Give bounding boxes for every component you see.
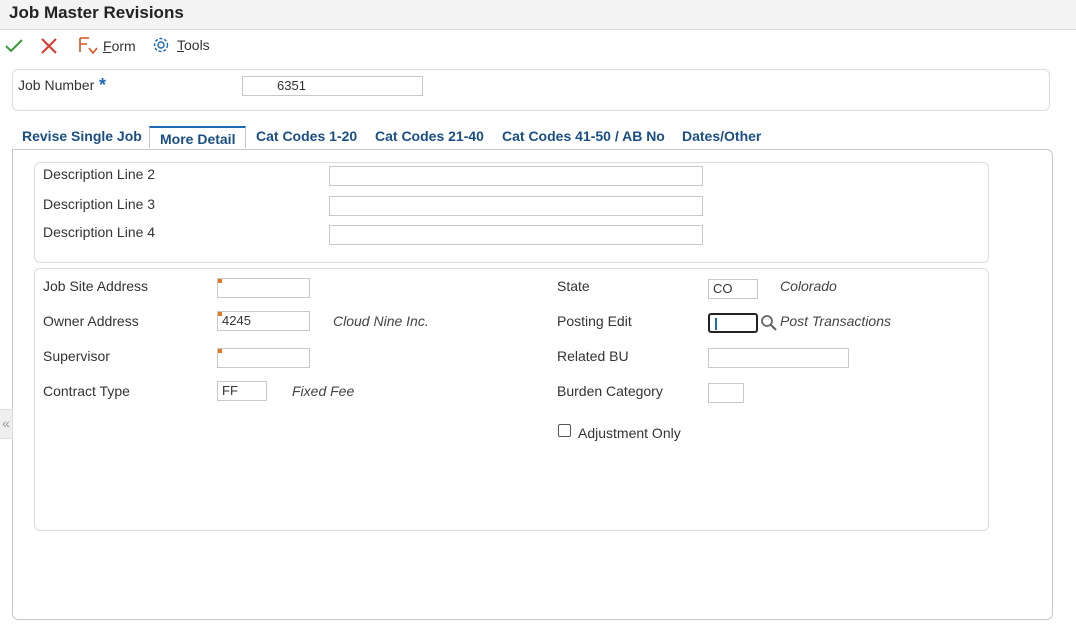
- state-label: State: [557, 278, 590, 294]
- cancel-button[interactable]: [40, 37, 58, 55]
- job-site-address-label: Job Site Address: [43, 278, 149, 294]
- tools-label-prefix: T: [177, 37, 184, 53]
- close-icon: [41, 38, 57, 54]
- contract-type-input[interactable]: FF: [217, 381, 267, 401]
- tab-revise-single-job[interactable]: Revise Single Job: [22, 128, 142, 144]
- contract-type-description: Fixed Fee: [292, 383, 355, 399]
- description-line-2-input[interactable]: [329, 166, 703, 186]
- owner-address-label: Owner Address: [43, 313, 139, 329]
- description-line-4-input[interactable]: [329, 225, 703, 245]
- posting-edit-input[interactable]: [708, 313, 758, 333]
- search-icon[interactable]: [760, 314, 778, 332]
- form-menu-button[interactable]: Form: [77, 35, 136, 57]
- job-header-panel: [12, 69, 1050, 111]
- text-caret: [715, 318, 717, 330]
- adjustment-only-label[interactable]: Adjustment Only: [578, 425, 681, 441]
- description-line-3-input[interactable]: [329, 196, 703, 216]
- owner-address-input[interactable]: 4245: [217, 311, 310, 331]
- description-line-3-label: Description Line 3: [43, 196, 156, 212]
- form-icon: [79, 37, 98, 55]
- double-chevron-left-icon: «: [2, 415, 10, 431]
- form-label-prefix: F: [103, 38, 112, 54]
- posting-edit-description: Post Transactions: [780, 313, 892, 329]
- related-bu-label: Related BU: [557, 348, 629, 364]
- required-flag-icon: [218, 279, 222, 283]
- tab-more-detail[interactable]: More Detail: [149, 126, 247, 148]
- adjustment-only-checkbox[interactable]: [558, 424, 571, 437]
- tab-dates-other[interactable]: Dates/Other: [682, 128, 761, 144]
- state-description: Colorado: [780, 278, 837, 294]
- ok-button[interactable]: [4, 37, 24, 55]
- form-label-rest: orm: [111, 38, 136, 54]
- state-input[interactable]: CO: [708, 279, 758, 299]
- owner-address-description: Cloud Nine Inc.: [333, 313, 429, 329]
- required-indicator: *: [99, 75, 107, 95]
- tab-cat-codes-21-40[interactable]: Cat Codes 21-40: [375, 128, 484, 144]
- posting-edit-label: Posting Edit: [557, 313, 632, 329]
- required-flag-icon: [218, 312, 222, 316]
- job-number-input[interactable]: 6351: [242, 76, 423, 96]
- job-number-label: Job Number: [18, 77, 95, 93]
- details-group: [34, 268, 989, 531]
- description-line-2-label: Description Line 2: [43, 166, 156, 182]
- page-title: Job Master Revisions: [9, 3, 184, 22]
- toolbar: Form Tools: [0, 30, 1076, 62]
- gear-icon: [153, 37, 169, 53]
- tools-menu-button[interactable]: Tools: [151, 35, 210, 55]
- burden-category-label: Burden Category: [557, 383, 663, 399]
- supervisor-input[interactable]: [217, 348, 310, 368]
- job-site-address-input[interactable]: [217, 278, 310, 298]
- related-bu-input[interactable]: [708, 348, 849, 368]
- contract-type-label: Contract Type: [43, 383, 130, 399]
- collapse-panel-handle[interactable]: «: [0, 409, 13, 439]
- description-line-4-label: Description Line 4: [43, 224, 156, 240]
- tab-cat-codes-41-50[interactable]: Cat Codes 41-50 / AB No: [502, 128, 665, 144]
- title-bar: Job Master Revisions: [0, 0, 1076, 30]
- checkmark-icon: [5, 39, 23, 53]
- tab-cat-codes-1-20[interactable]: Cat Codes 1-20: [256, 128, 357, 144]
- tools-label-rest: ools: [184, 37, 210, 53]
- burden-category-input[interactable]: [708, 383, 744, 403]
- supervisor-label: Supervisor: [43, 348, 110, 364]
- required-flag-icon: [218, 349, 222, 353]
